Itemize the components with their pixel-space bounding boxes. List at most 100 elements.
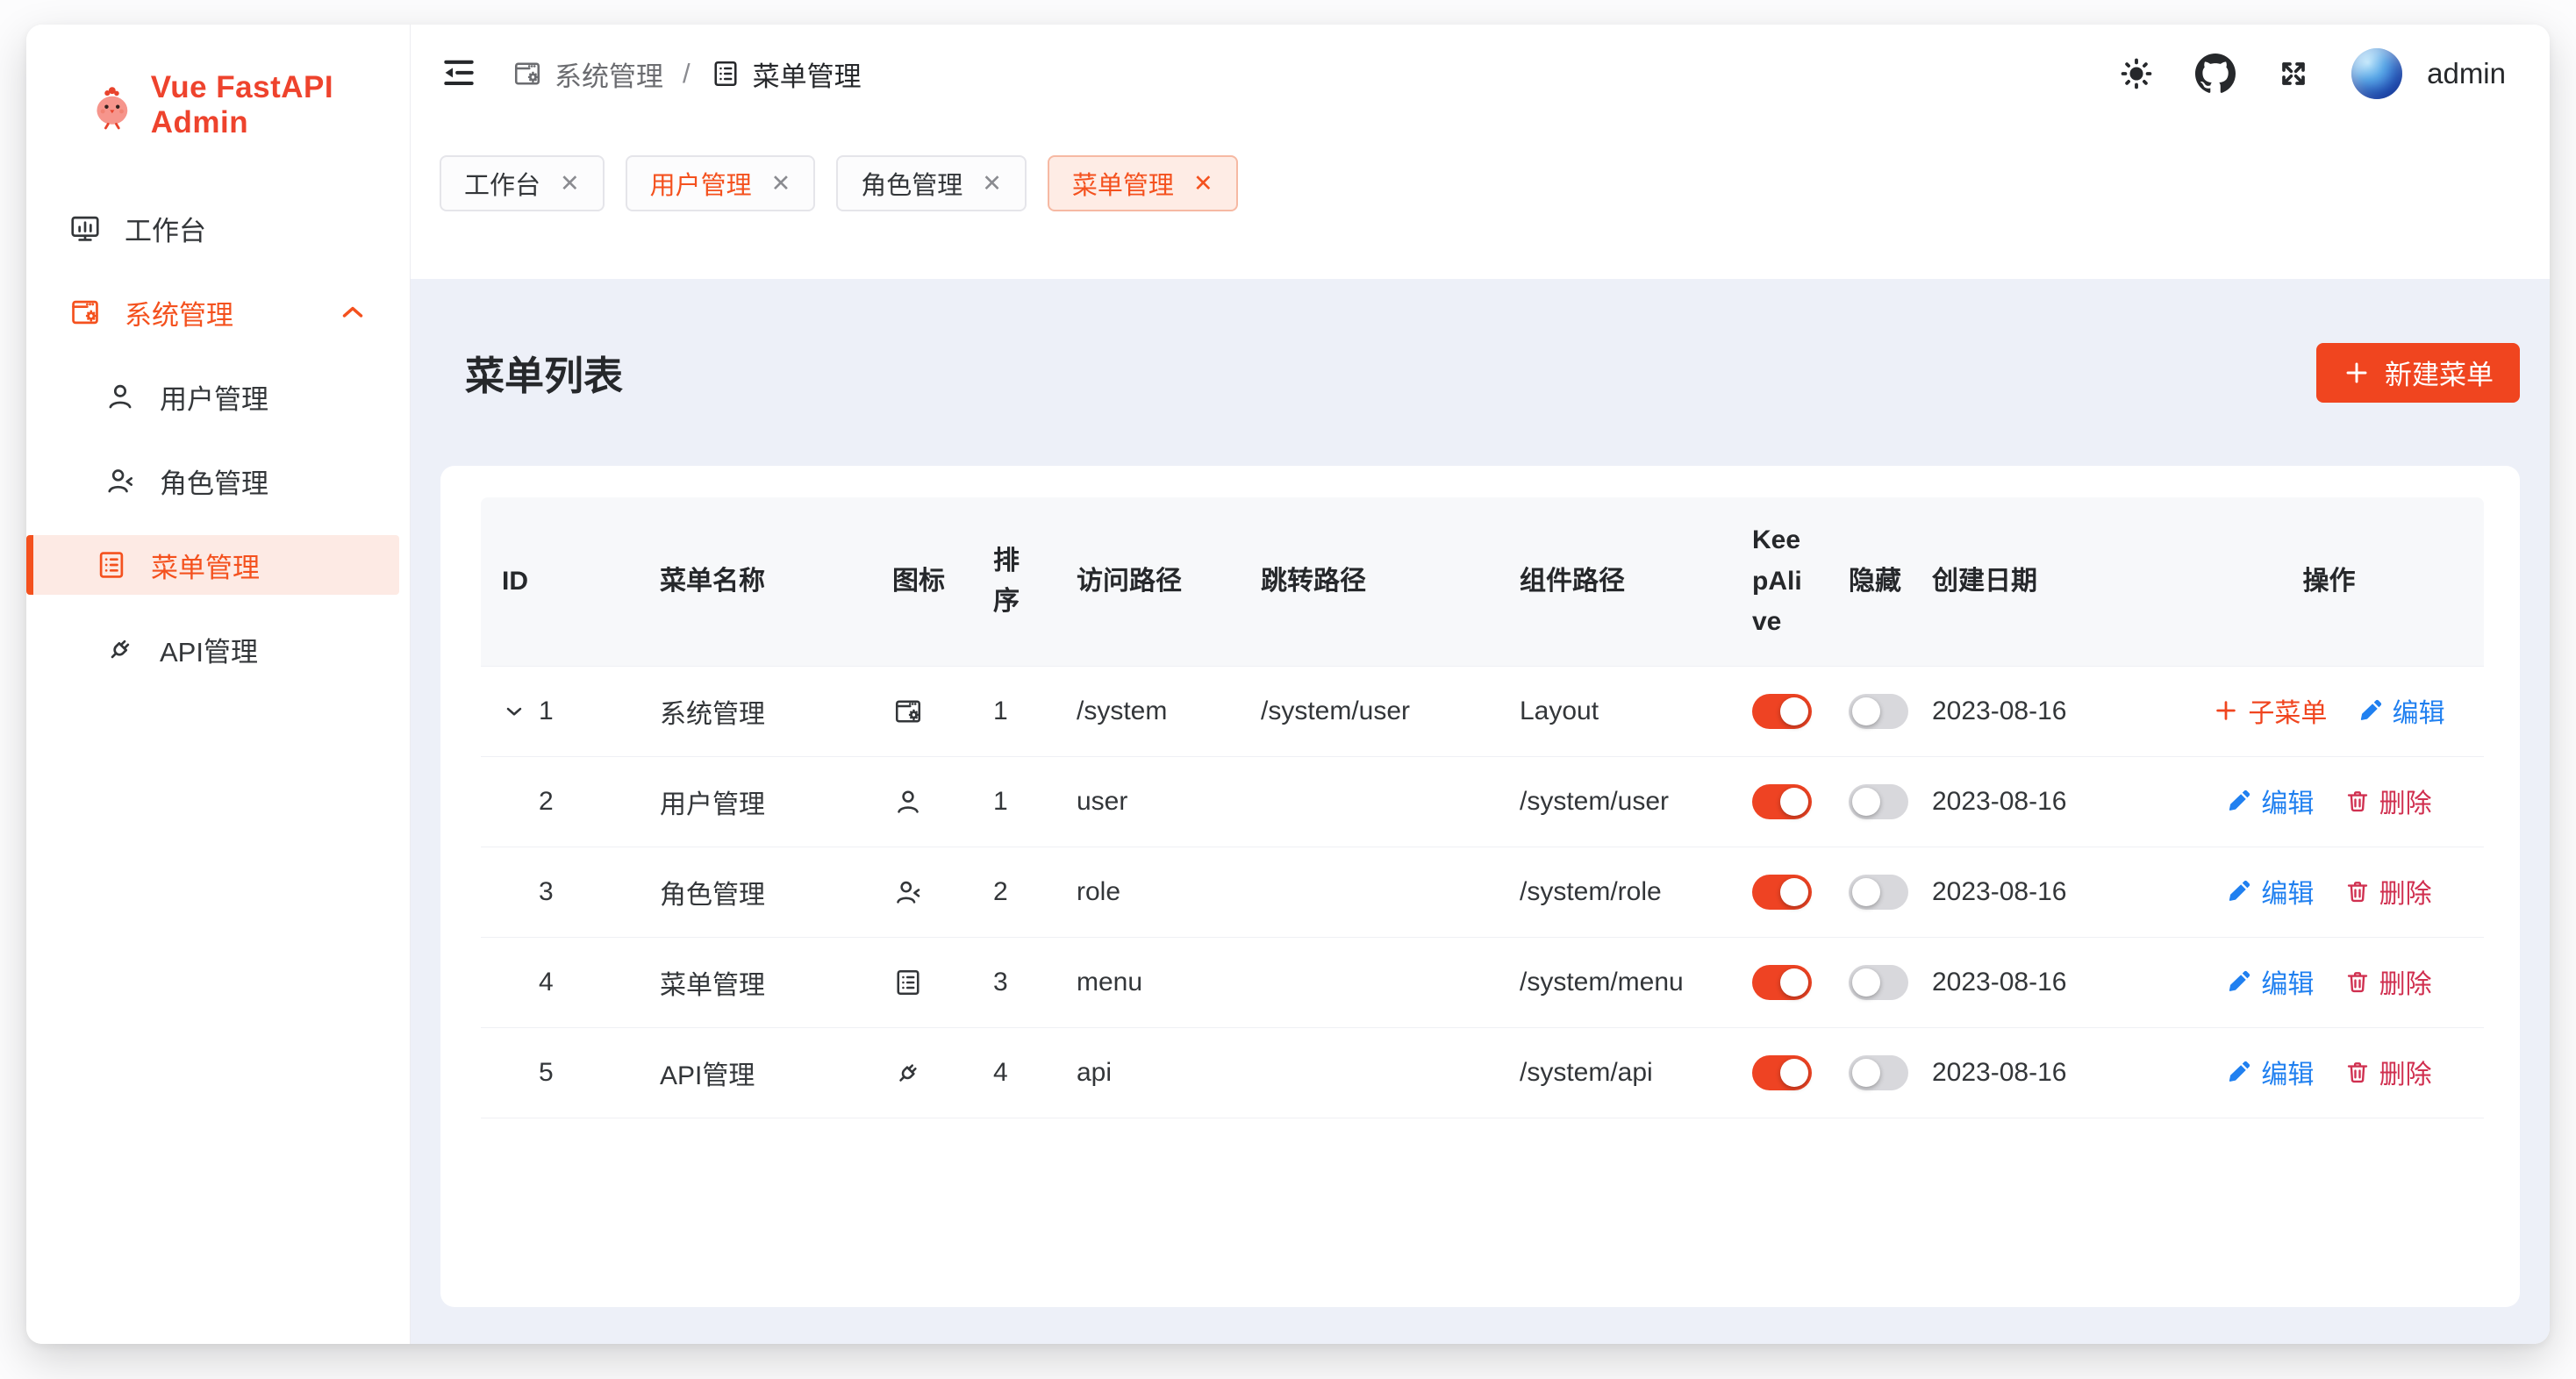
tab-label: 用户管理 bbox=[650, 165, 752, 202]
hidden-toggle[interactable] bbox=[1849, 965, 1908, 1000]
hidden-toggle[interactable] bbox=[1849, 1055, 1908, 1090]
new-menu-button[interactable]: 新建菜单 bbox=[2316, 343, 2520, 403]
hidden-toggle[interactable] bbox=[1849, 875, 1908, 910]
app-logo[interactable]: Vue FastAPI Admin bbox=[26, 25, 410, 140]
menu-icon bbox=[710, 58, 741, 89]
cell-name: 菜单管理 bbox=[639, 937, 871, 1027]
topbar-actions: admin bbox=[2118, 48, 2506, 99]
cell-component: /system/user bbox=[1499, 756, 1731, 847]
sidebar-submenu-system: 用户管理 角色管理 菜单管理 API管理 bbox=[26, 367, 410, 679]
username[interactable]: admin bbox=[2427, 57, 2506, 90]
action-label: 编辑 bbox=[2261, 782, 2314, 820]
sidebar-item-menus[interactable]: 菜单管理 bbox=[26, 535, 399, 595]
delete-button[interactable]: 删除 bbox=[2344, 782, 2432, 820]
cell-redirect bbox=[1240, 756, 1499, 847]
content: 菜单列表 新建菜单 bbox=[411, 279, 2550, 1344]
cell-name: 系统管理 bbox=[639, 666, 871, 756]
cell-created: 2023-08-16 bbox=[1911, 756, 2174, 847]
edit-button[interactable]: 编辑 bbox=[2226, 782, 2314, 820]
cell-path: menu bbox=[1055, 937, 1240, 1027]
table-row: 1 系统管理 1 /system /system/user Layout bbox=[481, 666, 2484, 756]
api-icon bbox=[892, 1057, 951, 1089]
col-hidden: 隐藏 bbox=[1828, 497, 1911, 666]
cell-created: 2023-08-16 bbox=[1911, 1027, 2174, 1118]
pencil-icon bbox=[2358, 697, 2384, 724]
avatar[interactable] bbox=[2351, 48, 2402, 99]
close-icon[interactable]: ✕ bbox=[1193, 172, 1213, 196]
system-icon bbox=[512, 58, 543, 89]
tab-roles[interactable]: 角色管理 ✕ bbox=[836, 155, 1027, 211]
cell-name: 用户管理 bbox=[639, 756, 871, 847]
close-icon[interactable]: ✕ bbox=[771, 172, 791, 196]
menu-table: ID 菜单名称 图标 排序 访问路径 跳转路径 组件路径 KeepAlive 隐… bbox=[481, 497, 2484, 1118]
table-card: ID 菜单名称 图标 排序 访问路径 跳转路径 组件路径 KeepAlive 隐… bbox=[440, 466, 2520, 1307]
plus-icon bbox=[2213, 697, 2239, 724]
action-label: 编辑 bbox=[2261, 1053, 2314, 1091]
close-icon[interactable]: ✕ bbox=[560, 172, 580, 196]
edit-button[interactable]: 编辑 bbox=[2226, 872, 2314, 911]
chick-logo-icon bbox=[88, 78, 137, 132]
keepalive-toggle[interactable] bbox=[1752, 965, 1812, 1000]
delete-button[interactable]: 删除 bbox=[2344, 962, 2432, 1001]
sidebar-item-api[interactable]: API管理 bbox=[35, 619, 399, 679]
keepalive-toggle[interactable] bbox=[1752, 875, 1812, 910]
cell-name: 角色管理 bbox=[639, 847, 871, 937]
github-button[interactable] bbox=[2195, 54, 2236, 94]
page-title: 菜单列表 bbox=[465, 344, 623, 401]
main-area: 系统管理 / 菜单管理 bbox=[411, 25, 2550, 1344]
cell-name: API管理 bbox=[639, 1027, 871, 1118]
cell-path: api bbox=[1055, 1027, 1240, 1118]
col-icon: 图标 bbox=[871, 497, 972, 666]
sidebar-item-label: 工作台 bbox=[125, 209, 206, 248]
sidebar-item-label: 菜单管理 bbox=[151, 546, 260, 585]
edit-button[interactable]: 编辑 bbox=[2358, 691, 2445, 730]
sidebar-item-label: API管理 bbox=[160, 630, 258, 669]
theme-toggle-button[interactable] bbox=[2118, 55, 2155, 92]
sidebar-collapse-button[interactable] bbox=[440, 54, 478, 93]
col-path: 访问路径 bbox=[1055, 497, 1240, 666]
row-expander-icon[interactable] bbox=[502, 699, 526, 724]
add-submenu-button[interactable]: 子菜单 bbox=[2213, 691, 2327, 730]
col-keepalive: KeepAlive bbox=[1731, 497, 1828, 666]
hidden-toggle[interactable] bbox=[1849, 694, 1908, 729]
sidebar-item-roles[interactable]: 角色管理 bbox=[35, 451, 399, 511]
tab-workbench[interactable]: 工作台 ✕ bbox=[440, 155, 605, 211]
breadcrumb-separator: / bbox=[683, 58, 691, 89]
col-component: 组件路径 bbox=[1499, 497, 1731, 666]
pencil-icon bbox=[2226, 788, 2252, 814]
breadcrumb-item-menus[interactable]: 菜单管理 bbox=[710, 54, 862, 94]
keepalive-toggle[interactable] bbox=[1752, 1055, 1812, 1090]
sidebar-item-workbench[interactable]: 工作台 bbox=[35, 198, 399, 258]
cell-redirect bbox=[1240, 847, 1499, 937]
close-icon[interactable]: ✕ bbox=[982, 172, 1002, 196]
cell-id: 3 bbox=[502, 877, 554, 906]
role-icon bbox=[892, 876, 951, 908]
sidebar: Vue FastAPI Admin 工作台 系统管理 用户管理 bbox=[26, 25, 411, 1344]
action-label: 删除 bbox=[2379, 1053, 2432, 1091]
cell-id: 1 bbox=[539, 697, 554, 726]
edit-button[interactable]: 编辑 bbox=[2226, 962, 2314, 1001]
keepalive-toggle[interactable] bbox=[1752, 784, 1812, 819]
tab-label: 菜单管理 bbox=[1072, 165, 1174, 202]
sidebar-item-label: 角色管理 bbox=[160, 461, 268, 501]
hidden-toggle[interactable] bbox=[1849, 784, 1908, 819]
api-icon bbox=[104, 632, 137, 666]
menu-icon bbox=[95, 548, 128, 582]
sidebar-item-system[interactable]: 系统管理 bbox=[35, 282, 399, 342]
tab-menus[interactable]: 菜单管理 ✕ bbox=[1048, 155, 1238, 211]
trash-icon bbox=[2344, 1059, 2371, 1085]
fullscreen-button[interactable] bbox=[2276, 56, 2311, 91]
breadcrumb-item-system[interactable]: 系统管理 bbox=[512, 54, 663, 94]
edit-button[interactable]: 编辑 bbox=[2226, 1053, 2314, 1091]
tab-users[interactable]: 用户管理 ✕ bbox=[626, 155, 816, 211]
sidebar-item-users[interactable]: 用户管理 bbox=[35, 367, 399, 426]
keepalive-toggle[interactable] bbox=[1752, 694, 1812, 729]
delete-button[interactable]: 删除 bbox=[2344, 1053, 2432, 1091]
breadcrumb: 系统管理 / 菜单管理 bbox=[512, 54, 862, 94]
cell-component: /system/api bbox=[1499, 1027, 1731, 1118]
cell-redirect: /system/user bbox=[1240, 666, 1499, 756]
github-icon bbox=[2195, 54, 2236, 94]
col-id: ID bbox=[481, 497, 639, 666]
col-name: 菜单名称 bbox=[639, 497, 871, 666]
delete-button[interactable]: 删除 bbox=[2344, 872, 2432, 911]
